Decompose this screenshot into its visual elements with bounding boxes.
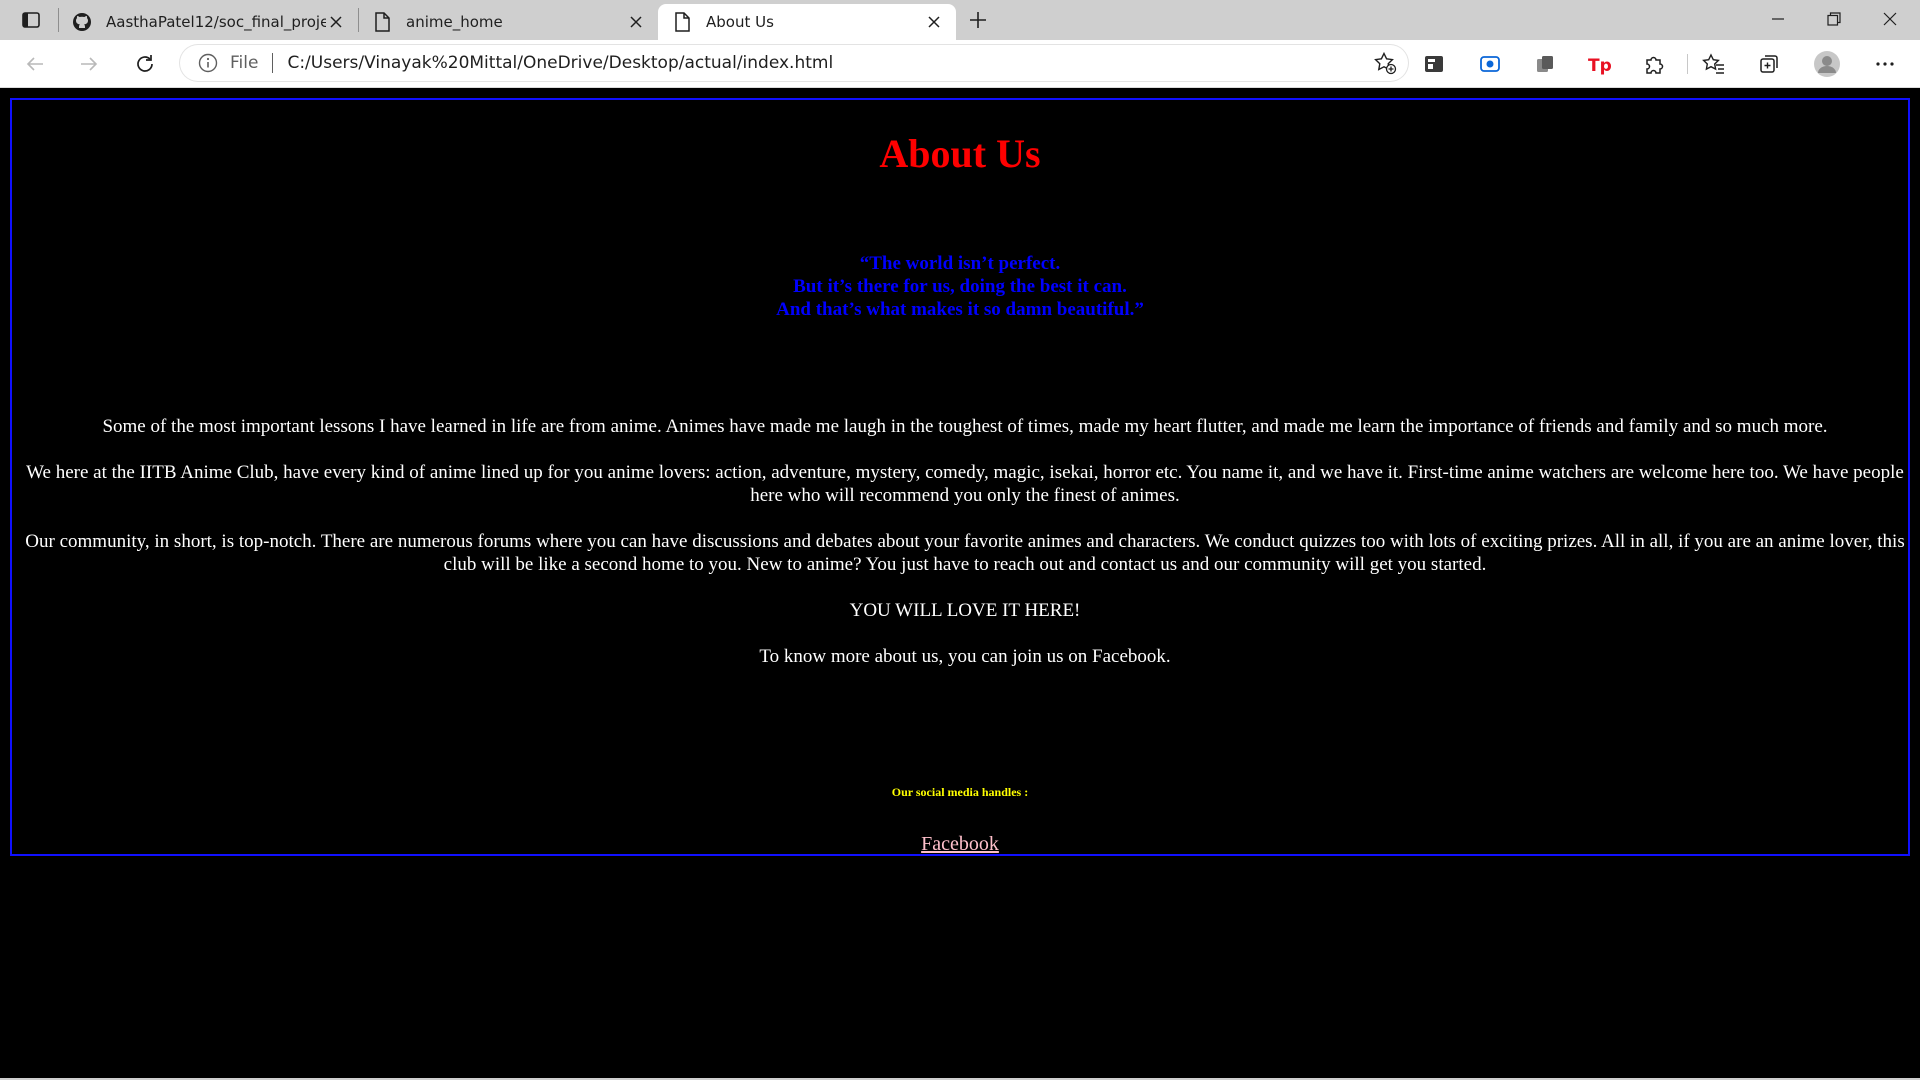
quote-block: “The world isn’t perfect. But it’s there… <box>12 252 1908 321</box>
paragraph-join-facebook: To know more about us, you can join us o… <box>759 646 1171 667</box>
extension-button[interactable] <box>1528 48 1562 80</box>
address-bar[interactable]: File C:/Users/Vinayak%20Mittal/OneDrive/… <box>180 45 1408 81</box>
profile-button[interactable] <box>1810 48 1844 80</box>
favorites-button[interactable] <box>1697 48 1731 80</box>
quote-line: “The world isn’t perfect. <box>859 253 1061 274</box>
extension-button[interactable] <box>1417 48 1451 80</box>
page-icon <box>372 12 392 32</box>
tab-actions-icon <box>22 12 40 28</box>
tab-title: anime_home <box>406 13 503 31</box>
page-title: About Us <box>879 131 1041 176</box>
tab-about-us[interactable]: About Us <box>658 4 956 40</box>
close-window-button[interactable] <box>1862 0 1918 38</box>
extension-button[interactable] <box>1473 48 1507 80</box>
new-tab-button[interactable] <box>964 8 992 32</box>
forward-button[interactable] <box>72 48 106 80</box>
collections-icon <box>1760 55 1778 73</box>
page-viewport: About Us “The world isn’t perfect. But i… <box>0 88 1920 1078</box>
puzzle-icon <box>1646 56 1664 74</box>
add-favorite-icon[interactable] <box>1372 50 1398 76</box>
paragraph-community: Our community, in short, is top-notch. T… <box>25 531 1905 575</box>
refresh-button[interactable] <box>128 48 162 80</box>
close-icon[interactable] <box>626 12 646 32</box>
tab-strip: AasthaPatel12/soc_final_project anime_ho… <box>0 0 1920 40</box>
github-icon <box>72 12 92 32</box>
settings-menu-button[interactable] <box>1868 48 1902 80</box>
tab-anime-home[interactable]: anime_home <box>358 4 658 40</box>
tab-actions-button[interactable] <box>12 9 50 31</box>
info-icon[interactable] <box>196 51 220 75</box>
tab-title: About Us <box>706 13 774 31</box>
address-divider <box>272 53 274 73</box>
restore-icon <box>1827 12 1841 26</box>
minimize-button[interactable] <box>1750 0 1806 38</box>
toolbar-divider <box>1687 54 1688 74</box>
browser-toolbar: File C:/Users/Vinayak%20Mittal/OneDrive/… <box>0 40 1920 88</box>
tp-icon: Tp <box>1588 56 1611 75</box>
screen-capture-icon <box>1480 56 1500 72</box>
collections-button[interactable] <box>1752 48 1786 80</box>
facebook-link[interactable]: Facebook <box>12 833 1908 856</box>
social-media-heading: Our social media handles : <box>891 785 1029 799</box>
pdf-editor-icon <box>1425 56 1443 72</box>
close-icon[interactable] <box>924 12 944 32</box>
favorites-icon <box>1702 53 1724 74</box>
paragraph-lessons: Some of the most important lessons I hav… <box>102 416 1828 437</box>
svg-text:Tp: Tp <box>1588 56 1611 75</box>
restore-button[interactable] <box>1806 0 1862 38</box>
page-icon <box>672 12 692 32</box>
extension-button[interactable]: Tp <box>1582 48 1616 80</box>
back-button[interactable] <box>18 48 52 80</box>
arrow-left-icon <box>26 57 43 71</box>
more-icon <box>1876 62 1894 66</box>
quote-line: And that’s what makes it so damn beautif… <box>776 299 1144 320</box>
url-text[interactable]: C:/Users/Vinayak%20Mittal/OneDrive/Deskt… <box>287 53 833 73</box>
plus-icon <box>970 12 986 28</box>
paragraph-love-it: YOU WILL LOVE IT HERE! <box>849 600 1081 621</box>
minimize-icon <box>1772 18 1784 20</box>
scheme-label: File <box>230 53 259 73</box>
quote-line: But it’s there for us, doing the best it… <box>793 276 1127 297</box>
copy-pages-icon <box>1537 56 1553 72</box>
close-icon[interactable] <box>326 12 346 32</box>
tab-github[interactable]: AasthaPatel12/soc_final_project <box>58 4 358 40</box>
arrow-right-icon <box>81 57 98 71</box>
close-icon <box>1883 12 1897 26</box>
refresh-icon <box>137 55 153 72</box>
content-frame: About Us “The world isn’t perfect. But i… <box>10 98 1910 856</box>
extensions-button[interactable] <box>1637 48 1671 80</box>
paragraph-club-intro: We here at the IITB Anime Club, have eve… <box>26 462 1904 506</box>
tab-title: AasthaPatel12/soc_final_project <box>106 13 326 31</box>
avatar <box>1814 51 1840 77</box>
